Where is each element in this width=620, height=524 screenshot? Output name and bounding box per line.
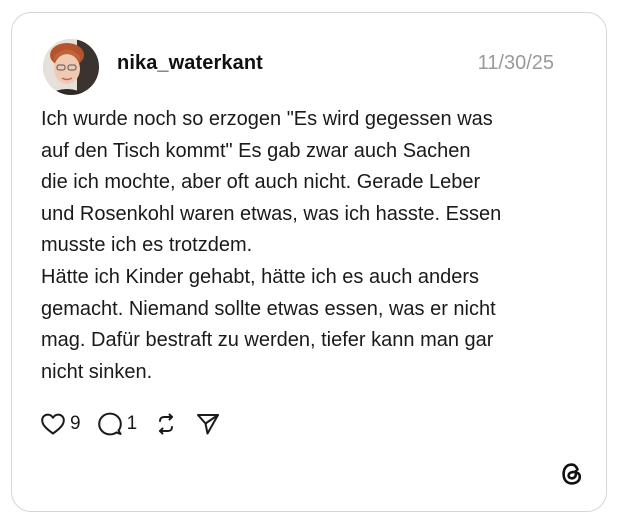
like-button[interactable]: 9 — [40, 412, 81, 436]
heart-icon — [40, 412, 66, 436]
send-icon — [195, 411, 221, 437]
post-line: musste ich es trotzdem. — [41, 234, 253, 257]
reply-count: 1 — [126, 413, 138, 434]
like-count: 9 — [70, 413, 81, 434]
post-line: gemacht. Niemand sollte etwas essen, was… — [41, 297, 496, 320]
share-button[interactable] — [195, 411, 221, 437]
repost-icon — [153, 411, 179, 437]
post-body: Ich wurde noch so erzogen "Es wird geges… — [41, 104, 581, 388]
post-line: Hätte ich Kinder gehabt, hätte ich es au… — [41, 265, 480, 288]
comment-bubble-icon — [97, 411, 123, 437]
username[interactable]: nika_waterkant — [117, 49, 263, 77]
post-line: mag. Dafür bestraft zu werden, tiefer ka… — [41, 329, 494, 352]
post-card: nika_waterkant 11/30/25 Ich wurde noch s… — [11, 12, 607, 512]
threads-logo-icon[interactable] — [558, 460, 586, 488]
post-line: nicht sinken. — [41, 360, 153, 383]
avatar[interactable] — [43, 39, 99, 95]
post-line: Ich wurde noch so erzogen "Es wird geges… — [41, 108, 493, 130]
post-line: die ich mochte, aber oft auch nicht. Ger… — [41, 171, 481, 194]
post-line: auf den Tisch kommt" Es gab zwar auch Sa… — [41, 139, 471, 162]
repost-button[interactable] — [153, 411, 179, 437]
action-bar: 9 1 — [40, 409, 237, 439]
reply-button[interactable]: 1 — [97, 411, 138, 437]
post-date: 11/30/25 — [477, 52, 554, 74]
post-line: und Rosenkohl waren etwas, was ich hasst… — [41, 202, 502, 225]
